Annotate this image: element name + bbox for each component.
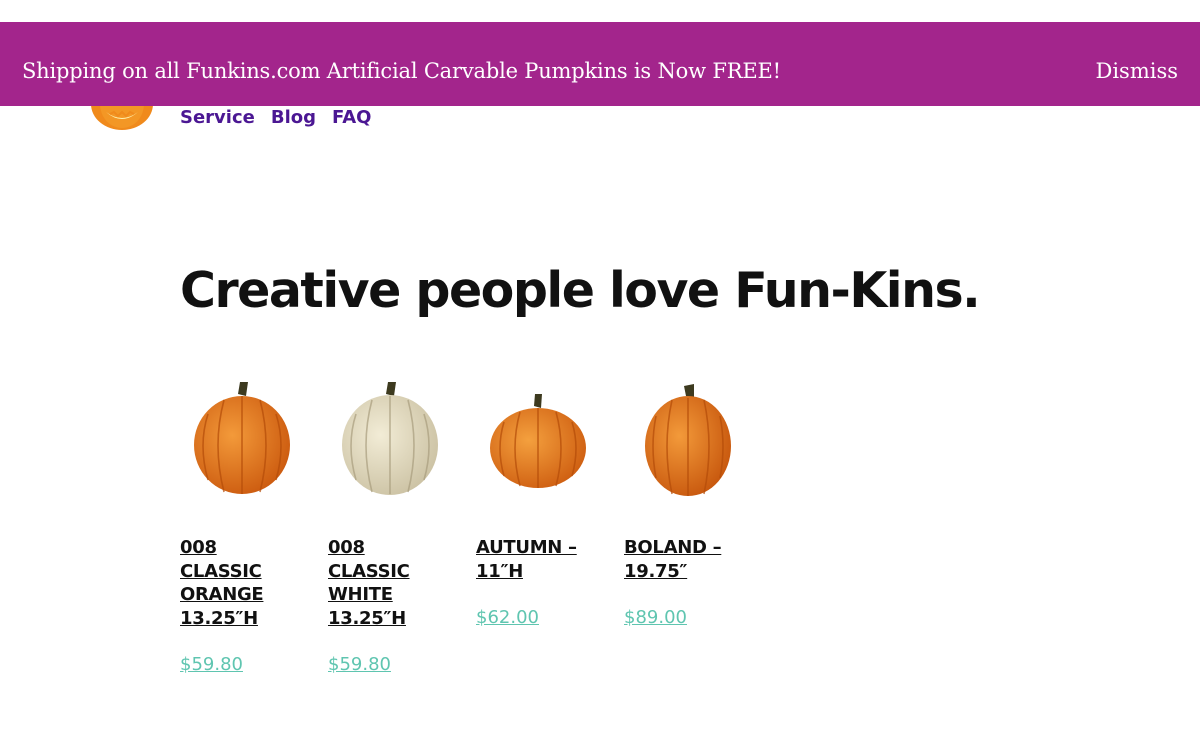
product-price[interactable]: $59.80 xyxy=(328,654,391,675)
product-title-link[interactable]: 008 CLASSIC WHITE 13.25″H xyxy=(328,536,446,630)
main-nav: Service Blog FAQ xyxy=(180,107,371,128)
product-price[interactable]: $89.00 xyxy=(624,607,687,628)
orange-pumpkin-image[interactable] xyxy=(624,378,748,502)
orange-pumpkin-image[interactable] xyxy=(180,378,304,502)
white-pumpkin-image[interactable] xyxy=(328,378,452,502)
product-price[interactable]: $62.00 xyxy=(476,607,539,628)
nav-item-service[interactable]: Service xyxy=(180,107,255,128)
product-card: 008 CLASSIC WHITE 13.25″H $59.80 xyxy=(328,378,476,675)
orange-pumpkin-image[interactable] xyxy=(476,378,600,502)
product-card: BOLAND – 19.75″ $89.00 xyxy=(624,378,772,675)
promo-banner: Shipping on all Funkins.com Artificial C… xyxy=(0,22,1200,106)
nav-item-faq[interactable]: FAQ xyxy=(332,107,371,128)
nav-item-blog[interactable]: Blog xyxy=(271,107,316,128)
product-card: AUTUMN – 11″H $62.00 xyxy=(476,378,624,675)
product-card: 008 CLASSIC ORANGE 13.25″H $59.80 xyxy=(180,378,328,675)
product-grid: 008 CLASSIC ORANGE 13.25″H $59.80 008 CL… xyxy=(180,378,772,675)
product-title-link[interactable]: BOLAND – 19.75″ xyxy=(624,536,742,583)
banner-message: Shipping on all Funkins.com Artificial C… xyxy=(22,59,781,83)
dismiss-button[interactable]: Dismiss xyxy=(1095,59,1178,83)
page-headline: Creative people love Fun-Kins. xyxy=(180,262,981,319)
product-title-link[interactable]: 008 CLASSIC ORANGE 13.25″H xyxy=(180,536,298,630)
product-title-link[interactable]: AUTUMN – 11″H xyxy=(476,536,594,583)
product-price[interactable]: $59.80 xyxy=(180,654,243,675)
